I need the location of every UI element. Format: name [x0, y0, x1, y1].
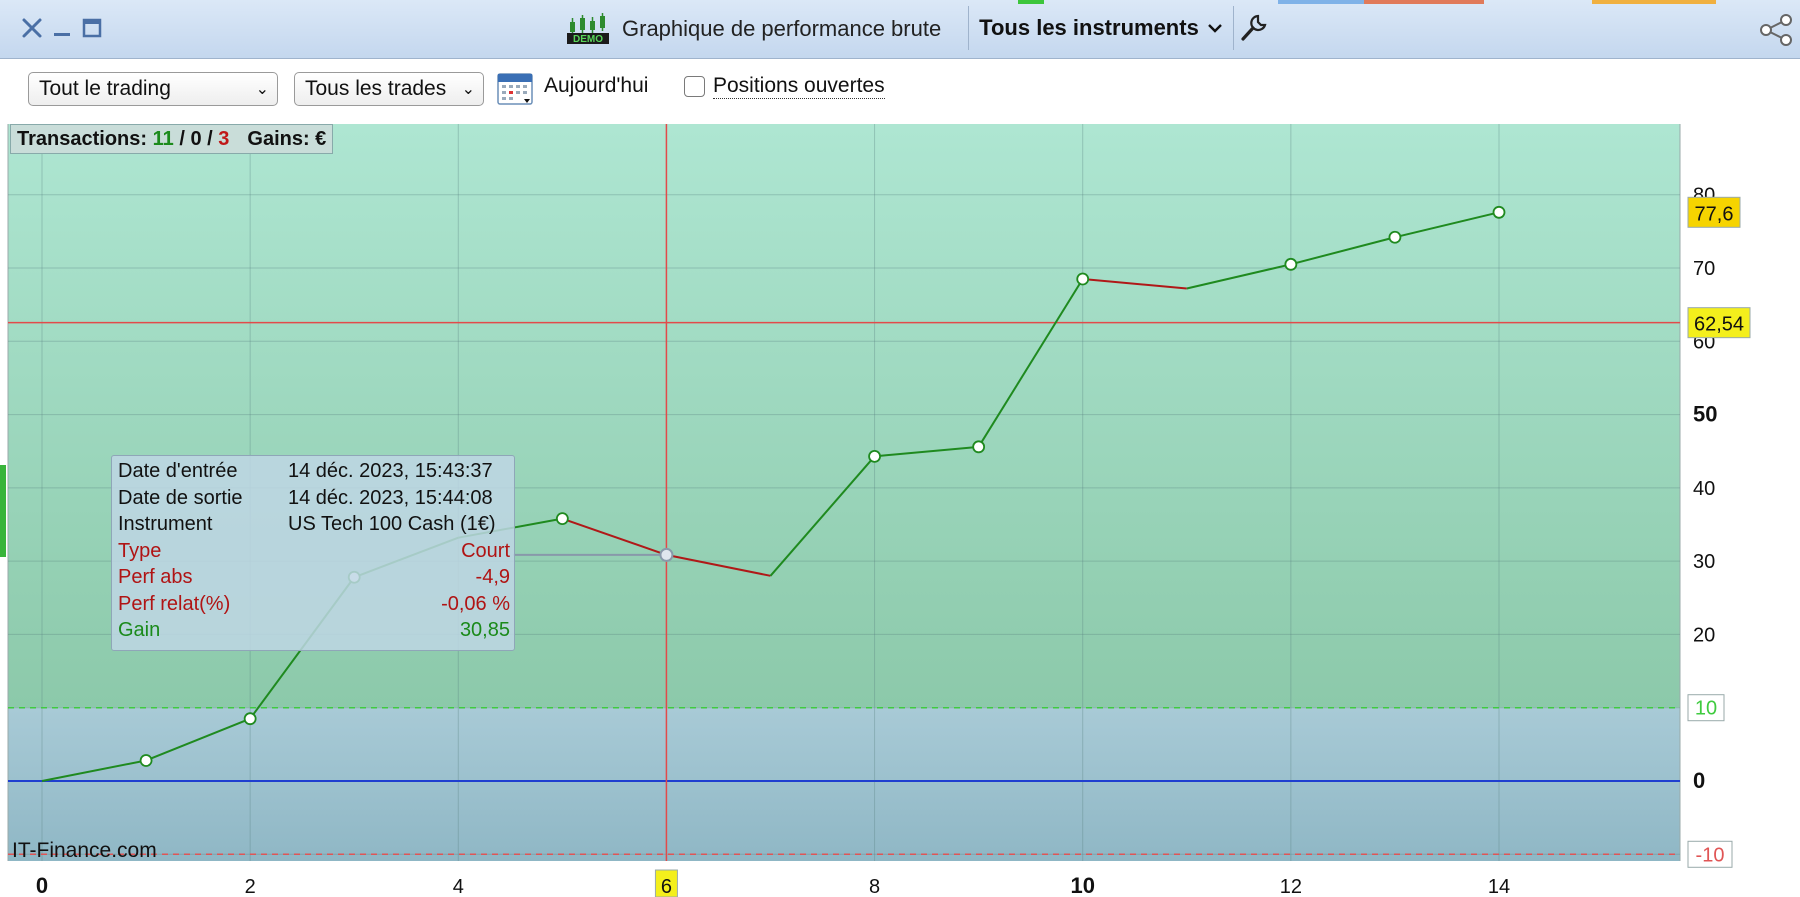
x-tick-label: 4: [453, 876, 464, 897]
separator: /: [207, 127, 213, 150]
tooltip-value: -4,9: [475, 566, 510, 588]
tooltip-key: Date d'entrée: [118, 460, 238, 482]
tooltip-row: Date de sortie 14 déc. 2023, 15:44:08: [118, 487, 510, 513]
y-tick-label: 30: [1693, 551, 1715, 573]
last-value-label: 77,6: [1695, 203, 1734, 225]
tooltip-value: US Tech 100 Cash (1€): [288, 513, 496, 535]
transactions-summary: Transactions: 11 / 0 / 3 Gains: €: [10, 124, 334, 154]
gains-label: Gains: €: [247, 127, 327, 150]
tooltip-row: Instrument US Tech 100 Cash (1€): [118, 513, 510, 539]
highlighted-point: [659, 547, 674, 562]
x-axis-panel: [0, 861, 1800, 897]
data-point-marker: [1076, 272, 1090, 286]
tooltip-row: Date d'entrée 14 déc. 2023, 15:43:37: [118, 460, 510, 486]
y-tick-label: 20: [1693, 624, 1715, 646]
trade-tooltip: Date d'entrée 14 déc. 2023, 15:43:37 Date …: [111, 455, 515, 651]
x-tick-label: 2: [245, 876, 256, 897]
x-tick-label: 8: [869, 876, 880, 897]
tooltip-row: Type Court: [118, 540, 510, 566]
losses-count: 3: [218, 127, 230, 150]
data-point-marker: [1388, 230, 1402, 244]
data-point-marker: [1492, 205, 1506, 219]
tooltip-value: 30,85: [459, 619, 510, 641]
y-tick-label: 50: [1693, 402, 1717, 427]
y-tick-label: 0: [1693, 768, 1705, 793]
data-point-marker: [555, 512, 569, 526]
crosshair-y-label: 62,54: [1694, 314, 1744, 336]
data-point-marker: [868, 449, 881, 463]
lower-threshold-label: -10: [1696, 844, 1725, 866]
tooltip-row: Gain 30,85: [118, 619, 510, 645]
wins-count: 11: [152, 127, 174, 150]
data-point-marker: [1284, 257, 1298, 271]
transactions-label: Transactions:: [17, 127, 148, 150]
x-tick-label: 10: [1070, 873, 1094, 897]
tooltip-value: Court: [461, 539, 510, 562]
y-tick-label: 40: [1693, 478, 1715, 500]
tooltip-key: Perf relat(%): [118, 592, 231, 615]
watermark: IT-Finance.com: [12, 839, 157, 862]
tooltip-row: Perf abs -4,9: [118, 566, 510, 592]
loss-zone-background: [8, 707, 1680, 861]
tooltip-value: 14 déc. 2023, 15:43:37: [288, 460, 493, 482]
tooltip-row: Perf relat(%) -0,06 %: [118, 593, 510, 619]
data-point-marker: [972, 440, 986, 454]
x-tick-label: 12: [1280, 876, 1302, 897]
separator: /: [179, 127, 185, 150]
tooltip-value: -0,06 %: [441, 592, 510, 615]
tooltip-value: 14 déc. 2023, 15:44:08: [288, 486, 493, 509]
data-point-marker: [139, 754, 153, 767]
y-tick-label: 70: [1693, 258, 1715, 280]
crosshair-x-label: 6: [661, 876, 672, 897]
tooltip-key: Type: [118, 539, 162, 562]
tooltip-key: Date de sortie: [118, 486, 243, 509]
tooltip-key: Instrument: [118, 513, 213, 535]
neutral-count: 0: [190, 127, 202, 150]
tooltip-key: Gain: [118, 619, 161, 641]
data-point-marker: [243, 712, 257, 726]
upper-threshold-label: 10: [1695, 698, 1717, 720]
tooltip-key: Perf abs: [118, 566, 193, 588]
x-tick-label: 0: [36, 873, 48, 897]
x-tick-label: 14: [1488, 876, 1510, 897]
